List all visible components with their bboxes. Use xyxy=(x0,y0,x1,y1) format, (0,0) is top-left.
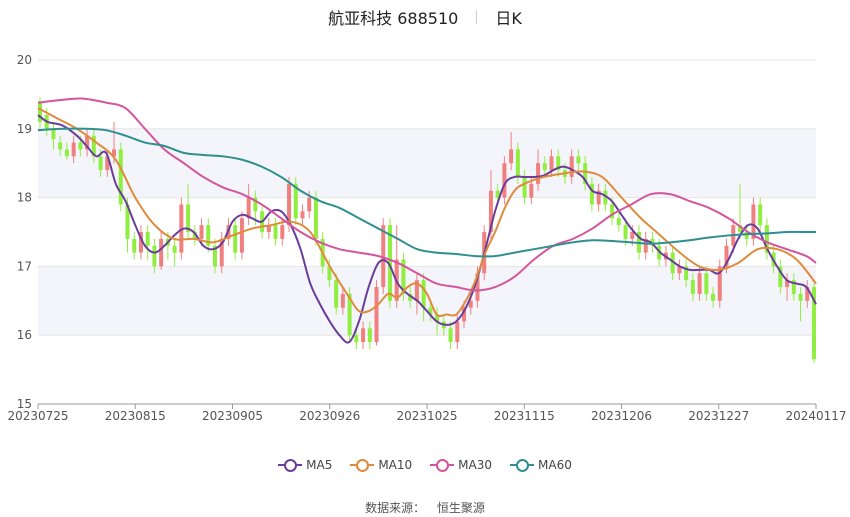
candle-body xyxy=(199,225,204,239)
legend-item-ma30[interactable]: MA30 xyxy=(430,458,492,472)
candle-body xyxy=(273,225,278,239)
candle-body xyxy=(549,156,554,171)
candle-body xyxy=(758,204,763,226)
candle-body xyxy=(78,142,83,150)
x-tick-label: 20231115 xyxy=(494,409,555,423)
legend-dot-icon xyxy=(436,459,450,472)
candle-body xyxy=(616,218,621,226)
candle-body xyxy=(367,328,372,343)
candle-body xyxy=(313,197,318,239)
legend-label: MA10 xyxy=(378,458,413,472)
x-tick-label: 20231227 xyxy=(688,409,749,423)
x-axis: 20230725 20230815 20230905 20230926 20231025… xyxy=(7,403,847,423)
legend-swatch-icon xyxy=(278,458,303,472)
candle-body xyxy=(340,293,345,308)
candle-body xyxy=(280,225,285,239)
candle-body xyxy=(448,328,453,343)
legend-dot-icon xyxy=(516,459,530,472)
candle-body xyxy=(300,211,305,219)
legend-label: MA5 xyxy=(306,458,333,472)
legend-item-ma5[interactable]: MA5 xyxy=(278,458,332,472)
legend-dot-icon xyxy=(356,459,370,472)
candle-body xyxy=(71,142,76,157)
x-tick-label: 20230926 xyxy=(299,409,360,423)
x-tick-label: 20230815 xyxy=(105,409,166,423)
data-source: 数据来源： 恒生聚源 xyxy=(0,499,850,516)
legend-label: MA30 xyxy=(458,458,493,472)
y-axis: 151617181920 xyxy=(17,53,32,411)
legend: MA5 MA10 MA30 MA60 xyxy=(0,458,850,472)
legend-dot-icon xyxy=(284,459,298,472)
grid-lines xyxy=(38,59,816,405)
legend-label: MA60 xyxy=(538,458,572,472)
title-divider xyxy=(476,10,478,24)
legend-swatch-icon xyxy=(510,458,535,472)
y-tick-label: 19 xyxy=(17,122,32,136)
y-tick-label: 17 xyxy=(17,259,32,273)
candle-body xyxy=(522,176,527,198)
candle-body xyxy=(529,183,534,198)
candle-body xyxy=(623,225,628,239)
candle-body xyxy=(576,156,581,164)
candlestick-chart: 151617181920 20230725 20230815 20230905 202… xyxy=(7,53,847,423)
candle-body xyxy=(361,328,366,343)
candle-body xyxy=(58,142,63,150)
x-tick-label: 20230725 xyxy=(7,409,68,423)
legend-swatch-icon xyxy=(430,458,455,472)
stock-name: 航亚科技 688510 xyxy=(328,9,459,28)
plot-bands xyxy=(38,128,816,336)
candle-body xyxy=(64,149,69,157)
candle-body xyxy=(307,197,312,212)
period-label: 日K xyxy=(495,9,522,28)
candle-body xyxy=(515,149,520,177)
y-tick-label: 16 xyxy=(17,328,32,342)
source-name: 恒生聚源 xyxy=(436,501,485,515)
legend-swatch-icon xyxy=(350,458,375,472)
candle-body xyxy=(334,280,339,308)
candle-body xyxy=(145,232,150,246)
candle-body xyxy=(374,287,379,343)
candle-body xyxy=(172,245,177,253)
candle-body xyxy=(132,238,137,253)
candle-body xyxy=(509,149,514,164)
x-tick-label: 20231206 xyxy=(591,409,652,423)
y-tick-label: 20 xyxy=(17,53,32,67)
candle-body xyxy=(697,273,702,294)
candle-body xyxy=(455,321,460,343)
legend-item-ma60[interactable]: MA60 xyxy=(510,458,572,472)
candle-body xyxy=(233,225,238,253)
candle-body xyxy=(354,335,359,343)
candle-body xyxy=(98,156,103,171)
x-tick-label: 20231025 xyxy=(396,409,457,423)
candle-body xyxy=(536,163,541,184)
candle-body xyxy=(569,156,574,177)
candle-body xyxy=(239,218,244,253)
legend-item-ma10[interactable]: MA10 xyxy=(350,458,412,472)
candle-body xyxy=(704,273,709,294)
candle-body xyxy=(711,293,716,301)
candle-body xyxy=(152,245,157,267)
candle-body xyxy=(542,163,547,171)
source-label: 数据来源： xyxy=(365,501,426,515)
x-tick-label: 20240117 xyxy=(785,409,846,423)
x-tick-label: 20230905 xyxy=(202,409,263,423)
y-tick-label: 18 xyxy=(17,191,32,205)
candle-body xyxy=(502,163,507,198)
candle-body xyxy=(421,280,426,308)
candle-body xyxy=(159,238,164,267)
candle-body xyxy=(690,280,695,294)
candle-body xyxy=(51,128,56,140)
candle-body xyxy=(798,293,803,301)
chart-title: 航亚科技 688510 日K xyxy=(0,5,850,29)
